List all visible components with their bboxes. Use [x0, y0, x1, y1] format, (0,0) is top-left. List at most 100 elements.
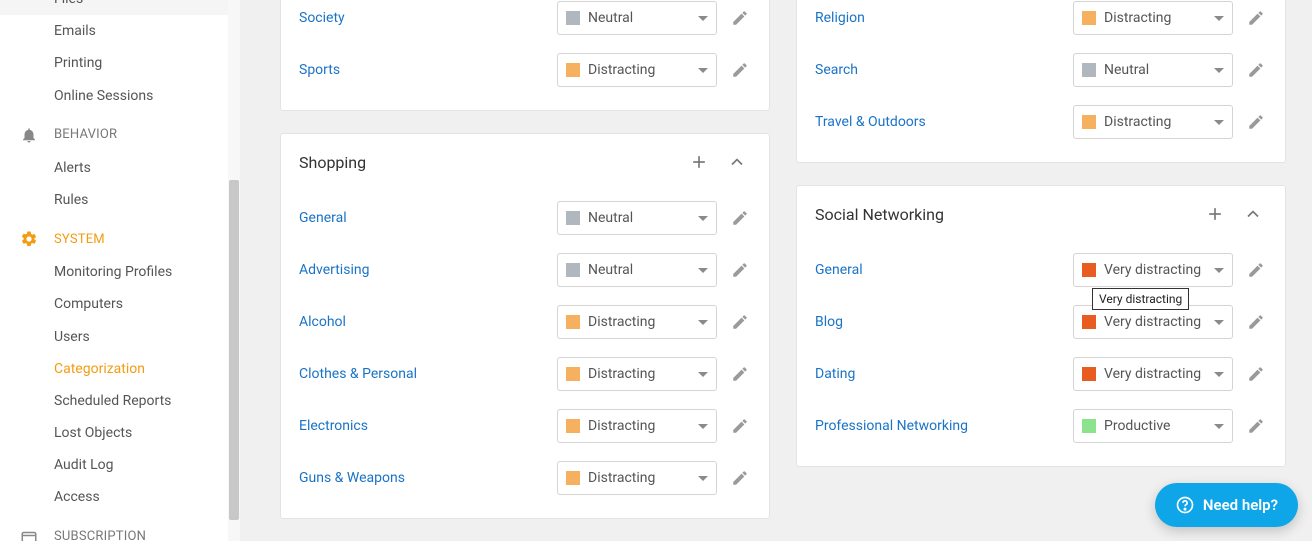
- edit-button[interactable]: [729, 59, 751, 81]
- category-row: General Very distractingVery distracting: [797, 244, 1285, 296]
- edit-button[interactable]: [1245, 259, 1267, 281]
- rating-label: Distracting: [1104, 10, 1214, 26]
- category-link[interactable]: General: [299, 210, 545, 226]
- sidebar-item[interactable]: Files: [0, 0, 240, 15]
- category-row: Society Neutral: [281, 0, 769, 44]
- sidebar-item-monitoring-profiles[interactable]: Monitoring Profiles: [0, 256, 240, 288]
- rating-select[interactable]: Neutral: [557, 201, 717, 235]
- category-row: Travel & Outdoors Distracting: [797, 96, 1285, 148]
- sidebar-item[interactable]: Emails: [0, 15, 240, 47]
- sidebar-item-scheduled-reports[interactable]: Scheduled Reports: [0, 385, 240, 417]
- sidebar-item[interactable]: Online Sessions: [0, 80, 240, 112]
- category-link[interactable]: Travel & Outdoors: [815, 114, 1061, 130]
- edit-button[interactable]: [729, 311, 751, 333]
- sidebar-item[interactable]: Printing: [0, 47, 240, 79]
- rating-swatch: [1082, 11, 1096, 25]
- category-link[interactable]: Search: [815, 62, 1061, 78]
- collapse-button[interactable]: [1239, 200, 1267, 228]
- rating-select[interactable]: Distracting: [557, 409, 717, 443]
- rating-select[interactable]: Distracting: [557, 305, 717, 339]
- collapse-button[interactable]: [723, 148, 751, 176]
- category-row: Clothes & Personal Distracting: [281, 348, 769, 400]
- category-link[interactable]: Sports: [299, 62, 545, 78]
- category-link[interactable]: Clothes & Personal: [299, 366, 545, 382]
- rating-select[interactable]: Very distracting: [1073, 305, 1233, 339]
- chevron-down-icon: [1214, 268, 1224, 273]
- rating-label: Distracting: [588, 418, 698, 434]
- rating-swatch: [1082, 63, 1096, 77]
- rating-select[interactable]: Distracting: [557, 53, 717, 87]
- edit-button[interactable]: [1245, 111, 1267, 133]
- sidebar-section-title: SUBSCRIPTION: [54, 529, 146, 541]
- category-link[interactable]: Alcohol: [299, 314, 545, 330]
- rating-select[interactable]: Neutral: [557, 253, 717, 287]
- rating-label: Neutral: [1104, 62, 1214, 78]
- category-row: Professional Networking Productive: [797, 400, 1285, 452]
- rating-select[interactable]: Very distracting: [1073, 357, 1233, 391]
- card-rows: Society Neutral Sports Distracting: [281, 0, 769, 110]
- chevron-down-icon: [698, 216, 708, 221]
- edit-button[interactable]: [729, 363, 751, 385]
- sidebar-item-access[interactable]: Access: [0, 481, 240, 513]
- rating-select[interactable]: Productive: [1073, 409, 1233, 443]
- sidebar-section-title: BEHAVIOR: [54, 127, 117, 142]
- rating-select[interactable]: Very distractingVery distracting: [1073, 253, 1233, 287]
- edit-button[interactable]: [729, 7, 751, 29]
- edit-button[interactable]: [729, 207, 751, 229]
- sidebar-item[interactable]: Rules: [0, 184, 240, 216]
- sidebar-item-audit-log[interactable]: Audit Log: [0, 449, 240, 481]
- rating-select[interactable]: Neutral: [1073, 53, 1233, 87]
- edit-button[interactable]: [729, 467, 751, 489]
- rating-select[interactable]: Distracting: [557, 357, 717, 391]
- card-icon: [18, 526, 40, 541]
- chevron-down-icon: [698, 68, 708, 73]
- edit-button[interactable]: [729, 259, 751, 281]
- card-rows: General Neutral Advertising Neutral Alcohol D…: [281, 190, 769, 518]
- sidebar-item-lost-objects[interactable]: Lost Objects: [0, 417, 240, 449]
- help-label: Need help?: [1203, 496, 1278, 514]
- category-link[interactable]: General: [815, 262, 1061, 278]
- rating-label: Distracting: [588, 62, 698, 78]
- rating-select[interactable]: Distracting: [1073, 1, 1233, 35]
- category-link[interactable]: Professional Networking: [815, 418, 1061, 434]
- category-link[interactable]: Dating: [815, 366, 1061, 382]
- category-link[interactable]: Advertising: [299, 262, 545, 278]
- category-link[interactable]: Guns & Weapons: [299, 470, 545, 486]
- category-link[interactable]: Religion: [815, 10, 1061, 26]
- rating-label: Neutral: [588, 10, 698, 26]
- rating-swatch: [566, 63, 580, 77]
- add-button[interactable]: [685, 148, 713, 176]
- edit-button[interactable]: [1245, 415, 1267, 437]
- main-content: SocietyNeutralSportsDistractingShoppingG…: [240, 0, 1312, 541]
- sidebar-item-computers[interactable]: Computers: [0, 288, 240, 320]
- edit-button[interactable]: [1245, 311, 1267, 333]
- category-card: ShoppingGeneralNeutralAdvertisingNeutral…: [280, 133, 770, 519]
- rating-label: Distracting: [588, 470, 698, 486]
- rating-select[interactable]: Distracting: [557, 461, 717, 495]
- rating-swatch: [566, 211, 580, 225]
- edit-button[interactable]: [1245, 59, 1267, 81]
- bell-icon: [18, 124, 40, 146]
- sidebar-section-system: SYSTEM: [0, 216, 240, 256]
- rating-swatch: [1082, 419, 1096, 433]
- chevron-down-icon: [1214, 120, 1224, 125]
- sidebar-section-behavior: BEHAVIOR: [0, 112, 240, 152]
- edit-button[interactable]: [729, 415, 751, 437]
- category-row: Search Neutral: [797, 44, 1285, 96]
- sidebar-item[interactable]: Alerts: [0, 152, 240, 184]
- sidebar-item-users[interactable]: Users: [0, 321, 240, 353]
- category-link[interactable]: Society: [299, 10, 545, 26]
- rating-label: Productive: [1104, 418, 1214, 434]
- rating-swatch: [1082, 367, 1096, 381]
- sidebar-item-categorization[interactable]: Categorization: [0, 353, 240, 385]
- chevron-down-icon: [698, 320, 708, 325]
- edit-button[interactable]: [1245, 363, 1267, 385]
- edit-button[interactable]: [1245, 7, 1267, 29]
- rating-select[interactable]: Neutral: [557, 1, 717, 35]
- category-link[interactable]: Blog: [815, 314, 1061, 330]
- add-button[interactable]: [1201, 200, 1229, 228]
- category-row: Dating Very distracting: [797, 348, 1285, 400]
- rating-select[interactable]: Distracting: [1073, 105, 1233, 139]
- help-widget[interactable]: Need help?: [1155, 483, 1298, 527]
- category-link[interactable]: Electronics: [299, 418, 545, 434]
